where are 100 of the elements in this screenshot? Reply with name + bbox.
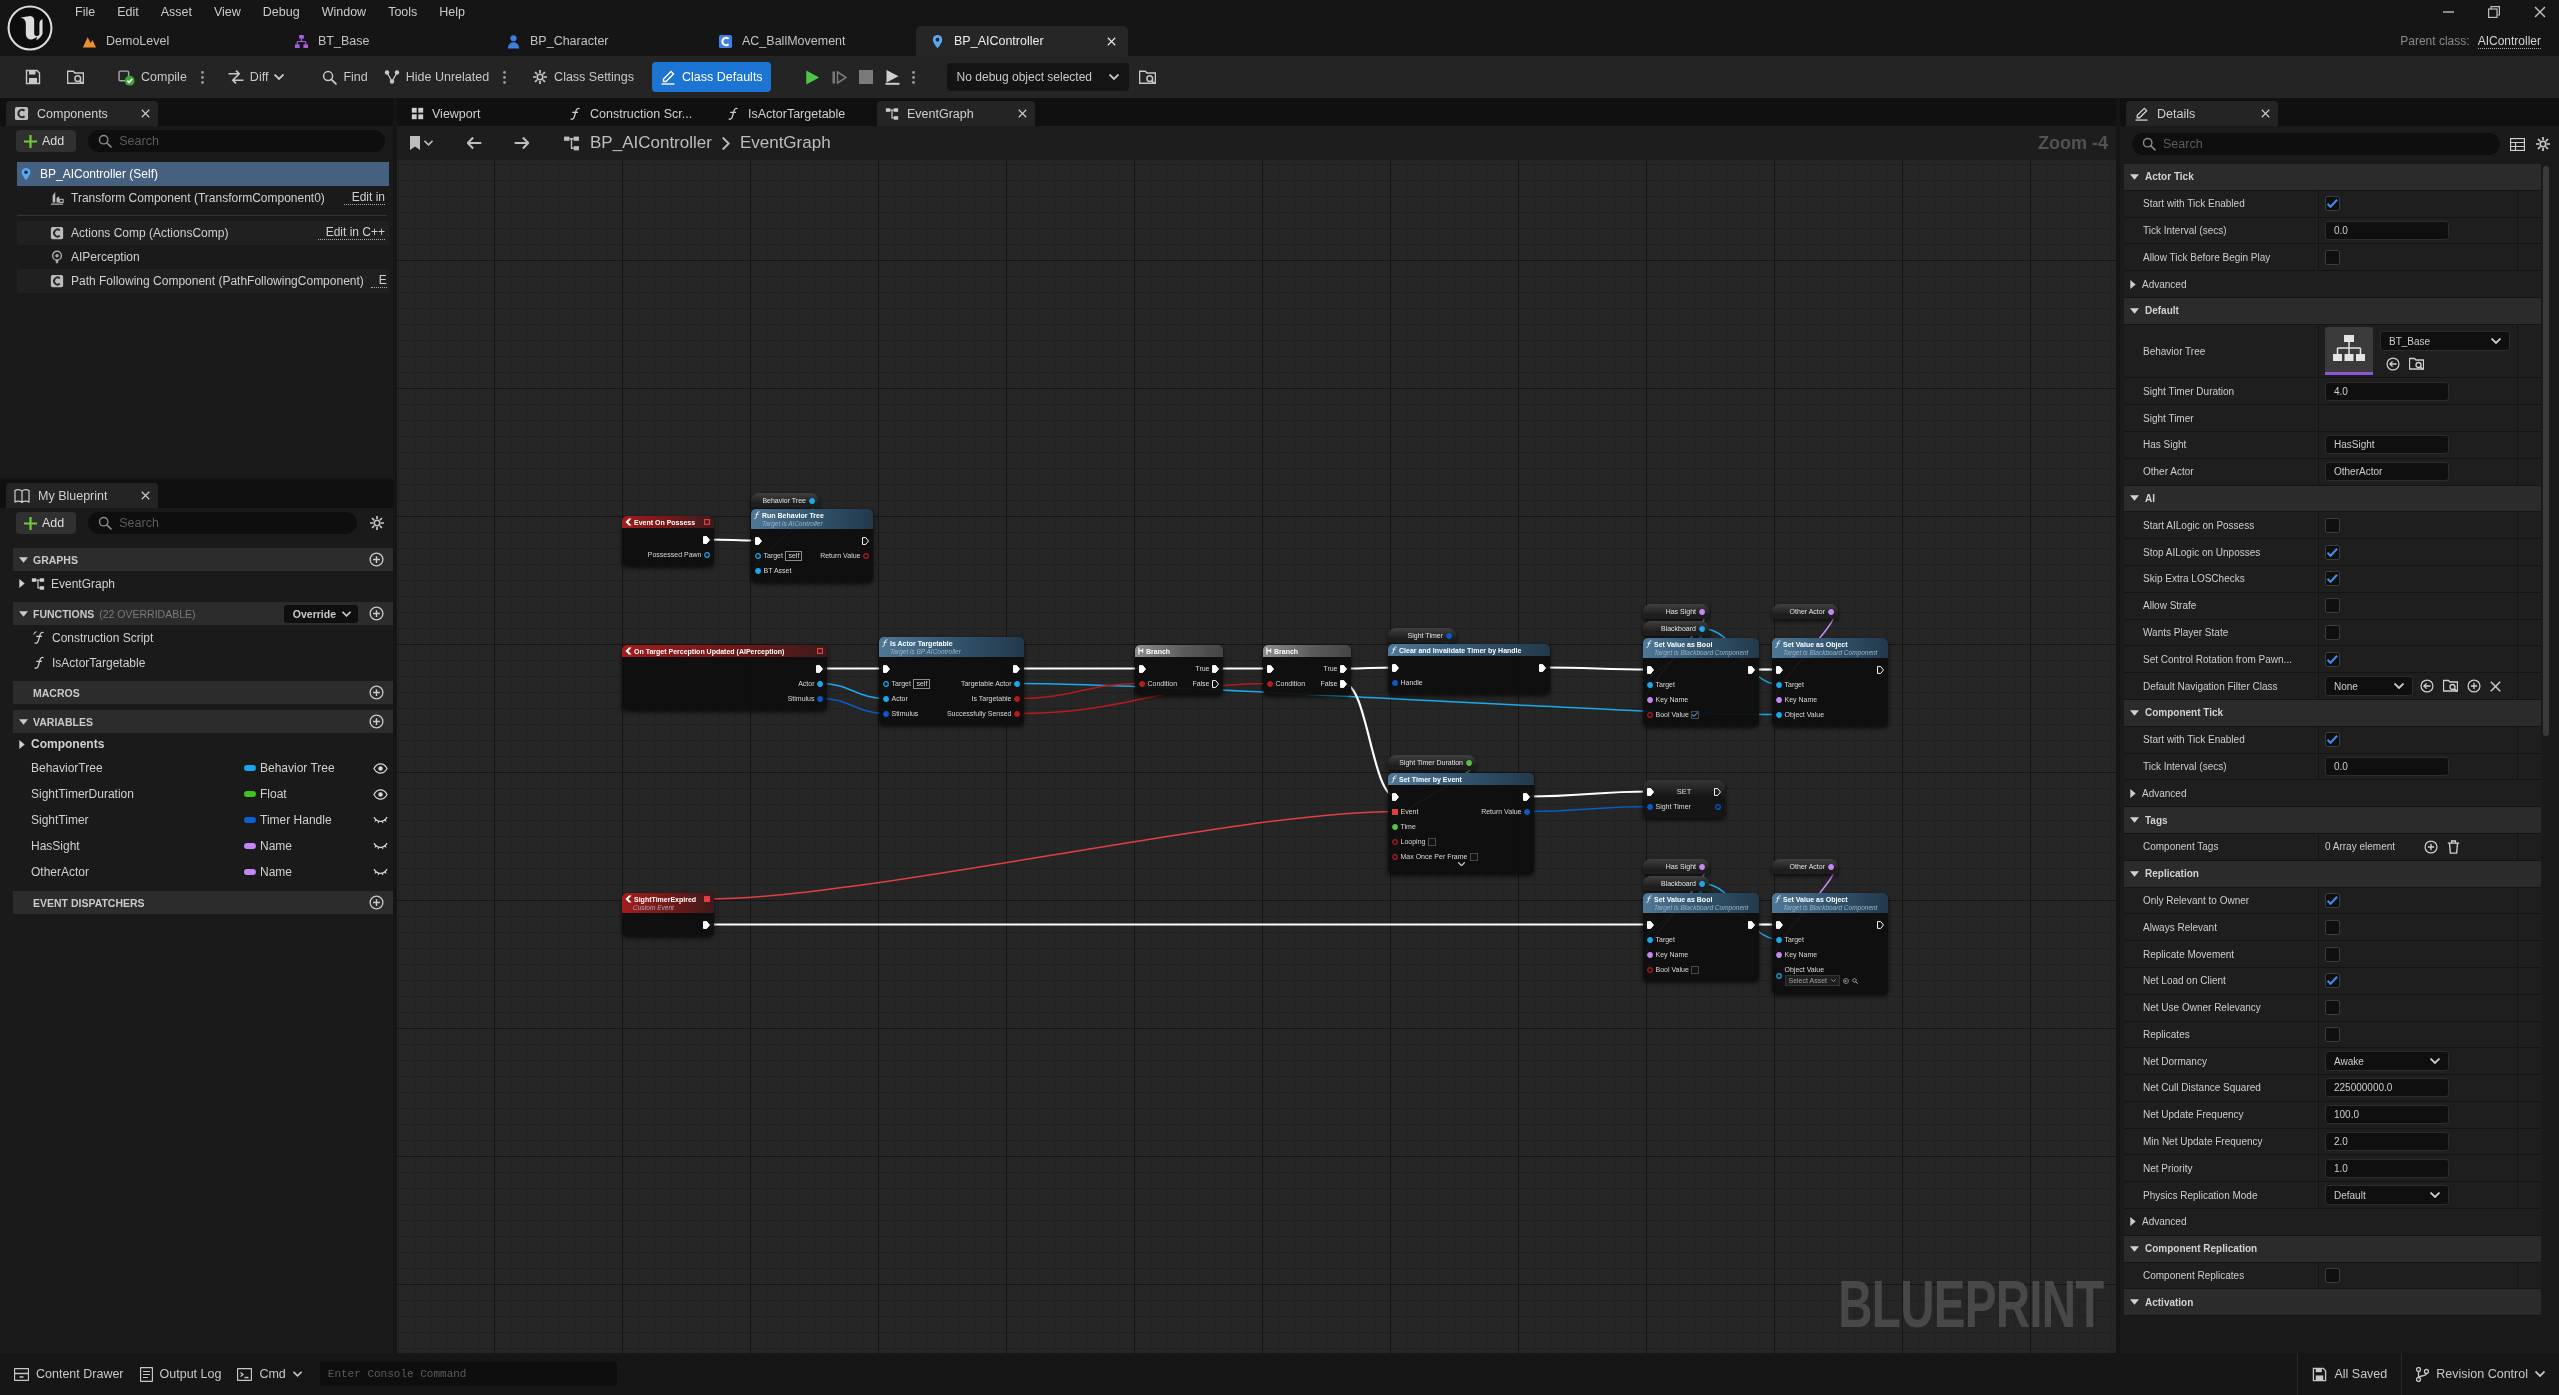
table-icon[interactable]: [2510, 137, 2525, 151]
component-row[interactable]: Transform Component (TransformComponent0) Edit in: [17, 186, 389, 210]
closed-eye-icon[interactable]: [373, 868, 388, 876]
exec-pin-icon[interactable]: [862, 536, 869, 545]
checkbox[interactable]: [2325, 973, 2340, 989]
data-pin-icon[interactable]: [1647, 936, 1653, 943]
search-field[interactable]: Search: [88, 512, 357, 534]
folder-search-icon[interactable]: [2409, 357, 2424, 372]
pin-checkbox[interactable]: [1691, 710, 1700, 719]
data-pin-icon[interactable]: [1699, 880, 1705, 887]
hide-unrelated-button[interactable]: Hide Unrelated: [375, 62, 498, 92]
data-pin-icon[interactable]: [1466, 759, 1472, 766]
diff-button[interactable]: Diff: [219, 62, 293, 92]
settings-icon[interactable]: [369, 515, 385, 531]
output-log-button[interactable]: Output Log: [131, 1360, 230, 1388]
checkbox[interactable]: [2325, 946, 2340, 962]
menu-item[interactable]: Asset: [149, 3, 203, 21]
chevron-down-icon[interactable]: [1457, 862, 1465, 866]
triangle-down-icon[interactable]: [19, 718, 28, 725]
data-pin-icon[interactable]: [1776, 681, 1782, 688]
category-header[interactable]: Activation: [2124, 1289, 2541, 1317]
category-header[interactable]: AI: [2124, 485, 2541, 513]
class-settings-button[interactable]: Class Settings: [524, 62, 642, 92]
exec-pin-icon[interactable]: [1523, 792, 1530, 801]
menu-item[interactable]: Edit: [106, 3, 150, 21]
text-field[interactable]: OtherActor: [2325, 462, 2449, 482]
triangle-right-icon[interactable]: [2130, 1217, 2136, 1227]
data-pin-icon[interactable]: [883, 695, 889, 702]
pin-checkbox[interactable]: [1427, 837, 1436, 846]
checkbox[interactable]: [2325, 544, 2340, 560]
dropdown[interactable]: None: [2325, 676, 2413, 697]
category-header[interactable]: Default: [2124, 298, 2541, 325]
exec-pin-icon[interactable]: [1392, 792, 1399, 801]
save-icon[interactable]: [25, 69, 41, 85]
triangle-down-icon[interactable]: [19, 556, 28, 563]
asset-tab[interactable]: BT_Base: [280, 26, 492, 56]
step-icon[interactable]: [831, 69, 847, 85]
close-icon[interactable]: [2261, 109, 2270, 118]
section-header[interactable]: GRAPHS: [13, 548, 393, 571]
closed-eye-icon[interactable]: [373, 842, 388, 850]
panel-tab[interactable]: Components: [6, 101, 158, 126]
eye-icon[interactable]: [373, 788, 388, 800]
exec-pin-icon[interactable]: [1212, 664, 1219, 673]
data-pin-icon[interactable]: [755, 567, 761, 574]
stop-icon[interactable]: [858, 70, 873, 84]
debug-object-dropdown[interactable]: No debug object selected: [946, 63, 1129, 91]
data-pin-icon[interactable]: [1699, 608, 1705, 615]
triangle-down-icon[interactable]: [2130, 709, 2139, 716]
asset-thumbnail[interactable]: [2325, 327, 2373, 376]
asset-tab[interactable]: BP_Character: [492, 26, 704, 56]
play-bar-icon[interactable]: [884, 69, 900, 85]
data-pin-icon[interactable]: [1776, 973, 1782, 979]
panel-tab[interactable]: My Blueprint: [6, 483, 158, 508]
checkbox[interactable]: [2325, 651, 2340, 667]
menu-item[interactable]: View: [202, 3, 252, 21]
triangle-down-icon[interactable]: [2130, 307, 2139, 314]
component-row[interactable]: AIPerception: [17, 245, 389, 269]
data-pin-icon[interactable]: [1776, 936, 1782, 943]
exec-pin-icon[interactable]: [755, 536, 762, 545]
category-item[interactable]: Components: [13, 733, 393, 755]
dropdown[interactable]: Awake: [2325, 1051, 2449, 1072]
exec-pin-icon[interactable]: [1714, 787, 1721, 796]
number-field[interactable]: 100.0: [2325, 1105, 2449, 1125]
component-row[interactable]: BP_AIController (Self): [17, 162, 389, 186]
data-pin-icon[interactable]: [1699, 625, 1705, 632]
pin-checkbox[interactable]: [1691, 965, 1700, 974]
settings-icon[interactable]: [2535, 136, 2551, 152]
category-header[interactable]: Tags: [2124, 807, 2541, 834]
breadcrumb-link[interactable]: BP_AIController: [590, 133, 712, 153]
triangle-down-icon[interactable]: [2130, 173, 2139, 180]
bookmark-icon[interactable]: [409, 136, 421, 150]
exec-pin-icon[interactable]: [1013, 664, 1020, 673]
close-icon[interactable]: [141, 109, 150, 118]
triangle-down-icon[interactable]: [2130, 1245, 2139, 1252]
graph-item[interactable]: EventGraph: [13, 571, 393, 596]
exec-pin-icon[interactable]: [1267, 664, 1274, 673]
exec-pin-icon[interactable]: [1539, 663, 1546, 672]
plus-circle-icon[interactable]: [2424, 839, 2439, 854]
edit-link[interactable]: Edit in C++: [317, 226, 385, 240]
triangle-down-icon[interactable]: [2130, 495, 2139, 502]
graph-tab[interactable]: Viewport: [403, 101, 561, 126]
folder-search-icon[interactable]: [1138, 69, 1156, 85]
exec-pin-icon[interactable]: [703, 535, 710, 544]
data-pin-icon[interactable]: [1647, 696, 1653, 703]
asset-tab[interactable]: DemoLevel: [68, 26, 280, 56]
delegate-pin-icon[interactable]: [704, 519, 710, 525]
forward-icon[interactable]: [514, 137, 529, 149]
exec-pin-icon[interactable]: [703, 920, 710, 929]
more-icon[interactable]: [503, 70, 507, 84]
checkbox[interactable]: [2325, 919, 2340, 935]
category-header[interactable]: Actor Tick: [2124, 164, 2541, 191]
cmd-dropdown[interactable]: Cmd: [229, 1360, 310, 1388]
data-pin-icon[interactable]: [755, 552, 761, 559]
play-icon[interactable]: [804, 69, 820, 85]
search-icon[interactable]: [1852, 977, 1859, 984]
data-pin-icon[interactable]: [704, 551, 710, 558]
arrow-circle-icon[interactable]: [2386, 357, 2400, 372]
function-item[interactable]: Construction Script: [13, 625, 393, 650]
compile-button[interactable]: Compile: [110, 62, 195, 92]
caret-icon[interactable]: [424, 140, 433, 146]
